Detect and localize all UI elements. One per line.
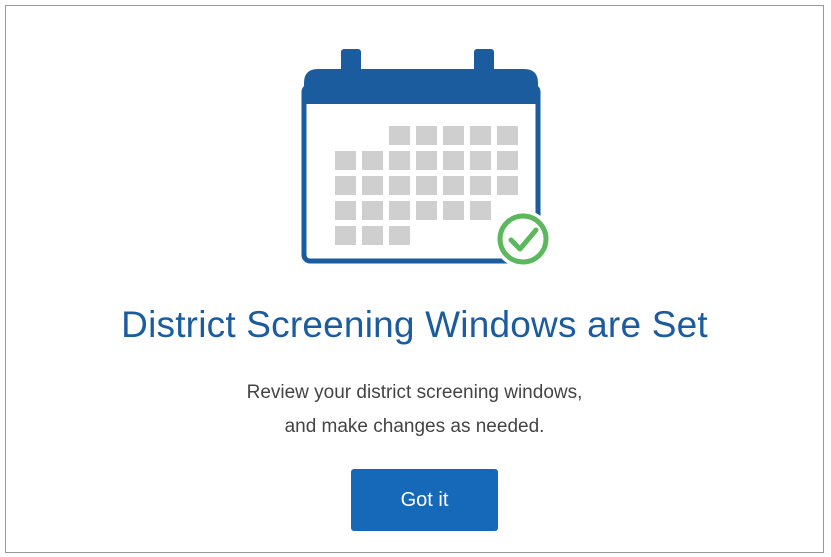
message-line: Review your district screening windows, (246, 382, 583, 403)
got-it-button[interactable]: Got it (351, 469, 498, 531)
confirmation-dialog: District Screening Windows are Set Revie… (5, 5, 824, 553)
calendar-check-icon (301, 49, 552, 268)
message-line: and make changes as needed. (284, 416, 545, 437)
dialog-message: Review your district screening windows, … (6, 376, 823, 444)
dialog-title: District Screening Windows are Set (121, 304, 708, 345)
